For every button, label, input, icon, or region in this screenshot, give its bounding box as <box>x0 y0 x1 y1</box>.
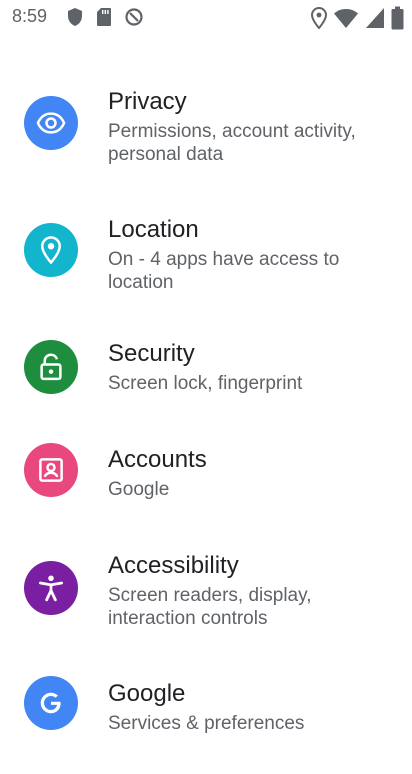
settings-item-google-text: Google Services & preferences <box>108 680 378 735</box>
settings-list: Privacy Permissions, account activity, p… <box>0 0 412 734</box>
status-notification-icons <box>66 7 144 27</box>
settings-item-title: Security <box>108 340 195 367</box>
settings-item-title: Privacy <box>108 88 187 115</box>
settings-item-accounts-text: Accounts Google <box>108 446 378 501</box>
settings-item-subtitle: Screen readers, display, interaction con… <box>108 585 312 629</box>
location-pin-icon <box>24 223 78 277</box>
account-card-icon <box>24 443 78 497</box>
settings-item-security[interactable]: Security Screen lock, fingerprint <box>0 318 412 428</box>
wifi-icon <box>333 7 359 29</box>
settings-item-privacy[interactable]: Privacy Permissions, account activity, p… <box>0 70 412 180</box>
settings-item-title: Location <box>108 216 199 243</box>
settings-item-title: Google <box>108 680 186 707</box>
battery-icon <box>391 6 404 30</box>
sd-card-icon <box>96 7 112 27</box>
status-system-icons <box>311 6 404 30</box>
settings-item-location-text: Location On - 4 apps have access to loca… <box>108 216 378 294</box>
settings-item-subtitle: Permissions, account activity, personal … <box>108 121 356 165</box>
settings-item-security-text: Security Screen lock, fingerprint <box>108 340 378 395</box>
shield-notification-icon <box>66 7 84 27</box>
settings-item-subtitle: Google <box>108 479 170 500</box>
settings-item-subtitle: Screen lock, fingerprint <box>108 373 303 394</box>
sync-icon <box>124 7 144 27</box>
status-bar: 8:59 <box>0 0 412 36</box>
cellular-signal-icon <box>365 7 385 29</box>
settings-item-accounts[interactable]: Accounts Google <box>0 424 412 534</box>
location-status-icon <box>311 7 327 29</box>
settings-item-privacy-text: Privacy Permissions, account activity, p… <box>108 88 378 166</box>
settings-item-accessibility[interactable]: Accessibility Screen readers, display, i… <box>0 536 412 646</box>
settings-item-subtitle: On - 4 apps have access to location <box>108 249 340 293</box>
accessibility-icon <box>24 561 78 615</box>
status-time: 8:59 <box>12 6 48 26</box>
eye-icon <box>24 96 78 150</box>
settings-item-location[interactable]: Location On - 4 apps have access to loca… <box>0 198 412 308</box>
settings-item-accessibility-text: Accessibility Screen readers, display, i… <box>108 552 378 630</box>
google-g-icon <box>24 676 78 730</box>
settings-item-google[interactable]: Google Services & preferences <box>0 664 412 774</box>
unlock-icon <box>24 340 78 394</box>
settings-item-title: Accessibility <box>108 552 239 579</box>
settings-item-title: Accounts <box>108 446 207 473</box>
